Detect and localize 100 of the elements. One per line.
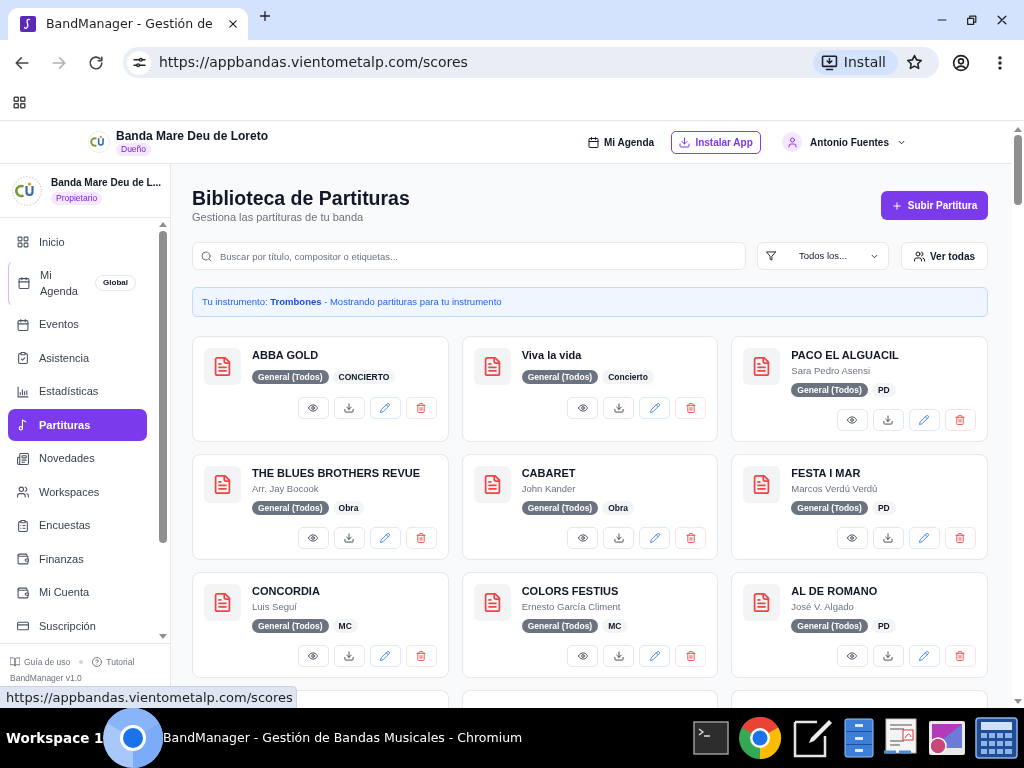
score-title: AL DE ROMANO (791, 584, 879, 598)
edit-button[interactable] (369, 527, 401, 549)
download-button[interactable] (333, 645, 365, 667)
sidebar-item[interactable]: Suscripción (8, 610, 147, 642)
view-button[interactable] (297, 527, 329, 549)
forward-icon[interactable] (51, 54, 67, 71)
eye-icon (577, 533, 588, 543)
search-field[interactable]: Buscar por título, compositor o etiquetas... (192, 242, 746, 270)
install-button[interactable]: Install (812, 50, 898, 75)
apps-grid-icon[interactable] (13, 96, 26, 109)
profile-icon[interactable] (952, 53, 970, 72)
clipboard-list-icon (17, 519, 29, 532)
tutorial-link[interactable]: Tutorial (92, 656, 135, 668)
delete-button[interactable] (405, 645, 437, 667)
sidebar-item[interactable]: Asistencia (8, 342, 147, 374)
browser-tab[interactable]: BandManager - Gestión de (8, 8, 248, 40)
taskbar-window-button[interactable]: BandManager - Gestión de Bandas Musicales - Chromium (103, 708, 523, 768)
file-text-icon (752, 475, 772, 494)
instrument-tag: General (Todos) (791, 383, 868, 397)
agenda-link[interactable]: Mi Agenda (587, 134, 655, 150)
back-icon[interactable] (14, 54, 30, 71)
sidebar-item[interactable]: Estadísticas (8, 375, 147, 408)
view-button[interactable] (567, 527, 599, 549)
sidebar-item[interactable]: Mi Agenda Global (8, 259, 147, 307)
reload-icon[interactable] (88, 54, 104, 71)
scroll-down-icon[interactable] (159, 634, 167, 639)
delete-button[interactable] (945, 645, 976, 667)
view-button[interactable] (297, 645, 329, 667)
file-cabinet-icon[interactable] (844, 718, 874, 758)
delete-button[interactable] (405, 397, 437, 419)
delete-button[interactable] (405, 527, 437, 549)
view-all-button[interactable]: Ver todas (901, 242, 988, 270)
delete-button[interactable] (945, 409, 976, 431)
file-text-icon (482, 475, 502, 494)
sidebar-item[interactable]: Eventos (8, 308, 147, 341)
terminal-icon[interactable] (693, 720, 729, 756)
calculator-icon[interactable] (975, 717, 1018, 759)
download-button[interactable] (873, 409, 904, 431)
scrollbar-thumb[interactable] (1014, 135, 1022, 205)
upload-button[interactable]: Subir Partitura (881, 191, 988, 220)
restore-icon[interactable] (966, 14, 978, 26)
edit-button[interactable] (909, 409, 940, 431)
edit-button[interactable] (909, 645, 940, 667)
close-icon[interactable] (996, 14, 1008, 26)
url-field[interactable]: https://appbandas.vientometalp.com/scores (159, 52, 719, 73)
trash-icon (416, 403, 427, 413)
scope-tag: Global (95, 275, 136, 291)
address-bar[interactable]: https://appbandas.vientometalp.com/scores Install (123, 47, 939, 78)
instrument-tag: General (Todos) (252, 619, 329, 633)
sidebar-item[interactable]: Partituras (8, 409, 147, 441)
download-button[interactable] (333, 397, 365, 419)
install-app-button[interactable]: Instalar App (671, 130, 762, 154)
delete-button[interactable] (675, 397, 707, 419)
site-settings-icon[interactable] (127, 50, 151, 75)
download-button[interactable] (873, 645, 904, 667)
scrollbar-thumb[interactable] (159, 231, 167, 543)
role-badge: Propietario (51, 192, 103, 205)
edit-button[interactable] (639, 527, 671, 549)
download-button[interactable] (603, 527, 635, 549)
bookmark-star-icon[interactable] (906, 54, 923, 71)
edit-button[interactable] (639, 397, 671, 419)
workspace-label[interactable]: Workspace 1 (0, 727, 103, 749)
download-button[interactable] (333, 527, 365, 549)
scroll-down-icon[interactable] (1014, 699, 1022, 704)
sidebar-item[interactable]: Inicio (8, 226, 147, 258)
new-tab-icon[interactable] (258, 8, 272, 23)
edit-button[interactable] (639, 645, 671, 667)
sidebar-item[interactable]: Encuestas (8, 509, 147, 542)
scroll-up-icon[interactable] (159, 222, 167, 227)
user-menu[interactable]: Antonio Fuentes (782, 132, 906, 152)
sidebar-item[interactable]: Novedades (8, 442, 147, 475)
delete-button[interactable] (945, 527, 976, 549)
filter-select[interactable]: Todos los... (757, 242, 889, 270)
view-button[interactable] (567, 397, 599, 419)
wallet-icon (17, 586, 29, 599)
download-button[interactable] (873, 527, 904, 549)
sidebar-item[interactable]: Workspaces (8, 476, 147, 508)
download-button[interactable] (603, 645, 635, 667)
delete-button[interactable] (675, 527, 707, 549)
picture-icon[interactable] (928, 720, 966, 756)
edit-button[interactable] (369, 397, 401, 419)
edit-button[interactable] (369, 645, 401, 667)
scroll-up-icon[interactable] (1014, 127, 1022, 132)
view-button[interactable] (837, 527, 868, 549)
file-text-icon (213, 357, 232, 376)
view-button[interactable] (837, 409, 868, 431)
sidebar-item[interactable]: Finanzas (8, 543, 147, 575)
delete-button[interactable] (675, 645, 707, 667)
guide-link[interactable]: Guía de uso (10, 656, 71, 668)
edit-button[interactable] (909, 527, 940, 549)
close-icon[interactable] (228, 19, 238, 29)
band-name: Banda Mare Deu de Loreto (116, 128, 269, 143)
download-button[interactable] (603, 397, 635, 419)
view-button[interactable] (837, 645, 868, 667)
view-button[interactable] (297, 397, 329, 419)
view-button[interactable] (567, 645, 599, 667)
browser-icon[interactable] (738, 716, 782, 760)
calendar-icon (587, 136, 599, 148)
sidebar-item[interactable]: Mi Cuenta (8, 576, 147, 609)
category-tag: MC (332, 619, 358, 633)
